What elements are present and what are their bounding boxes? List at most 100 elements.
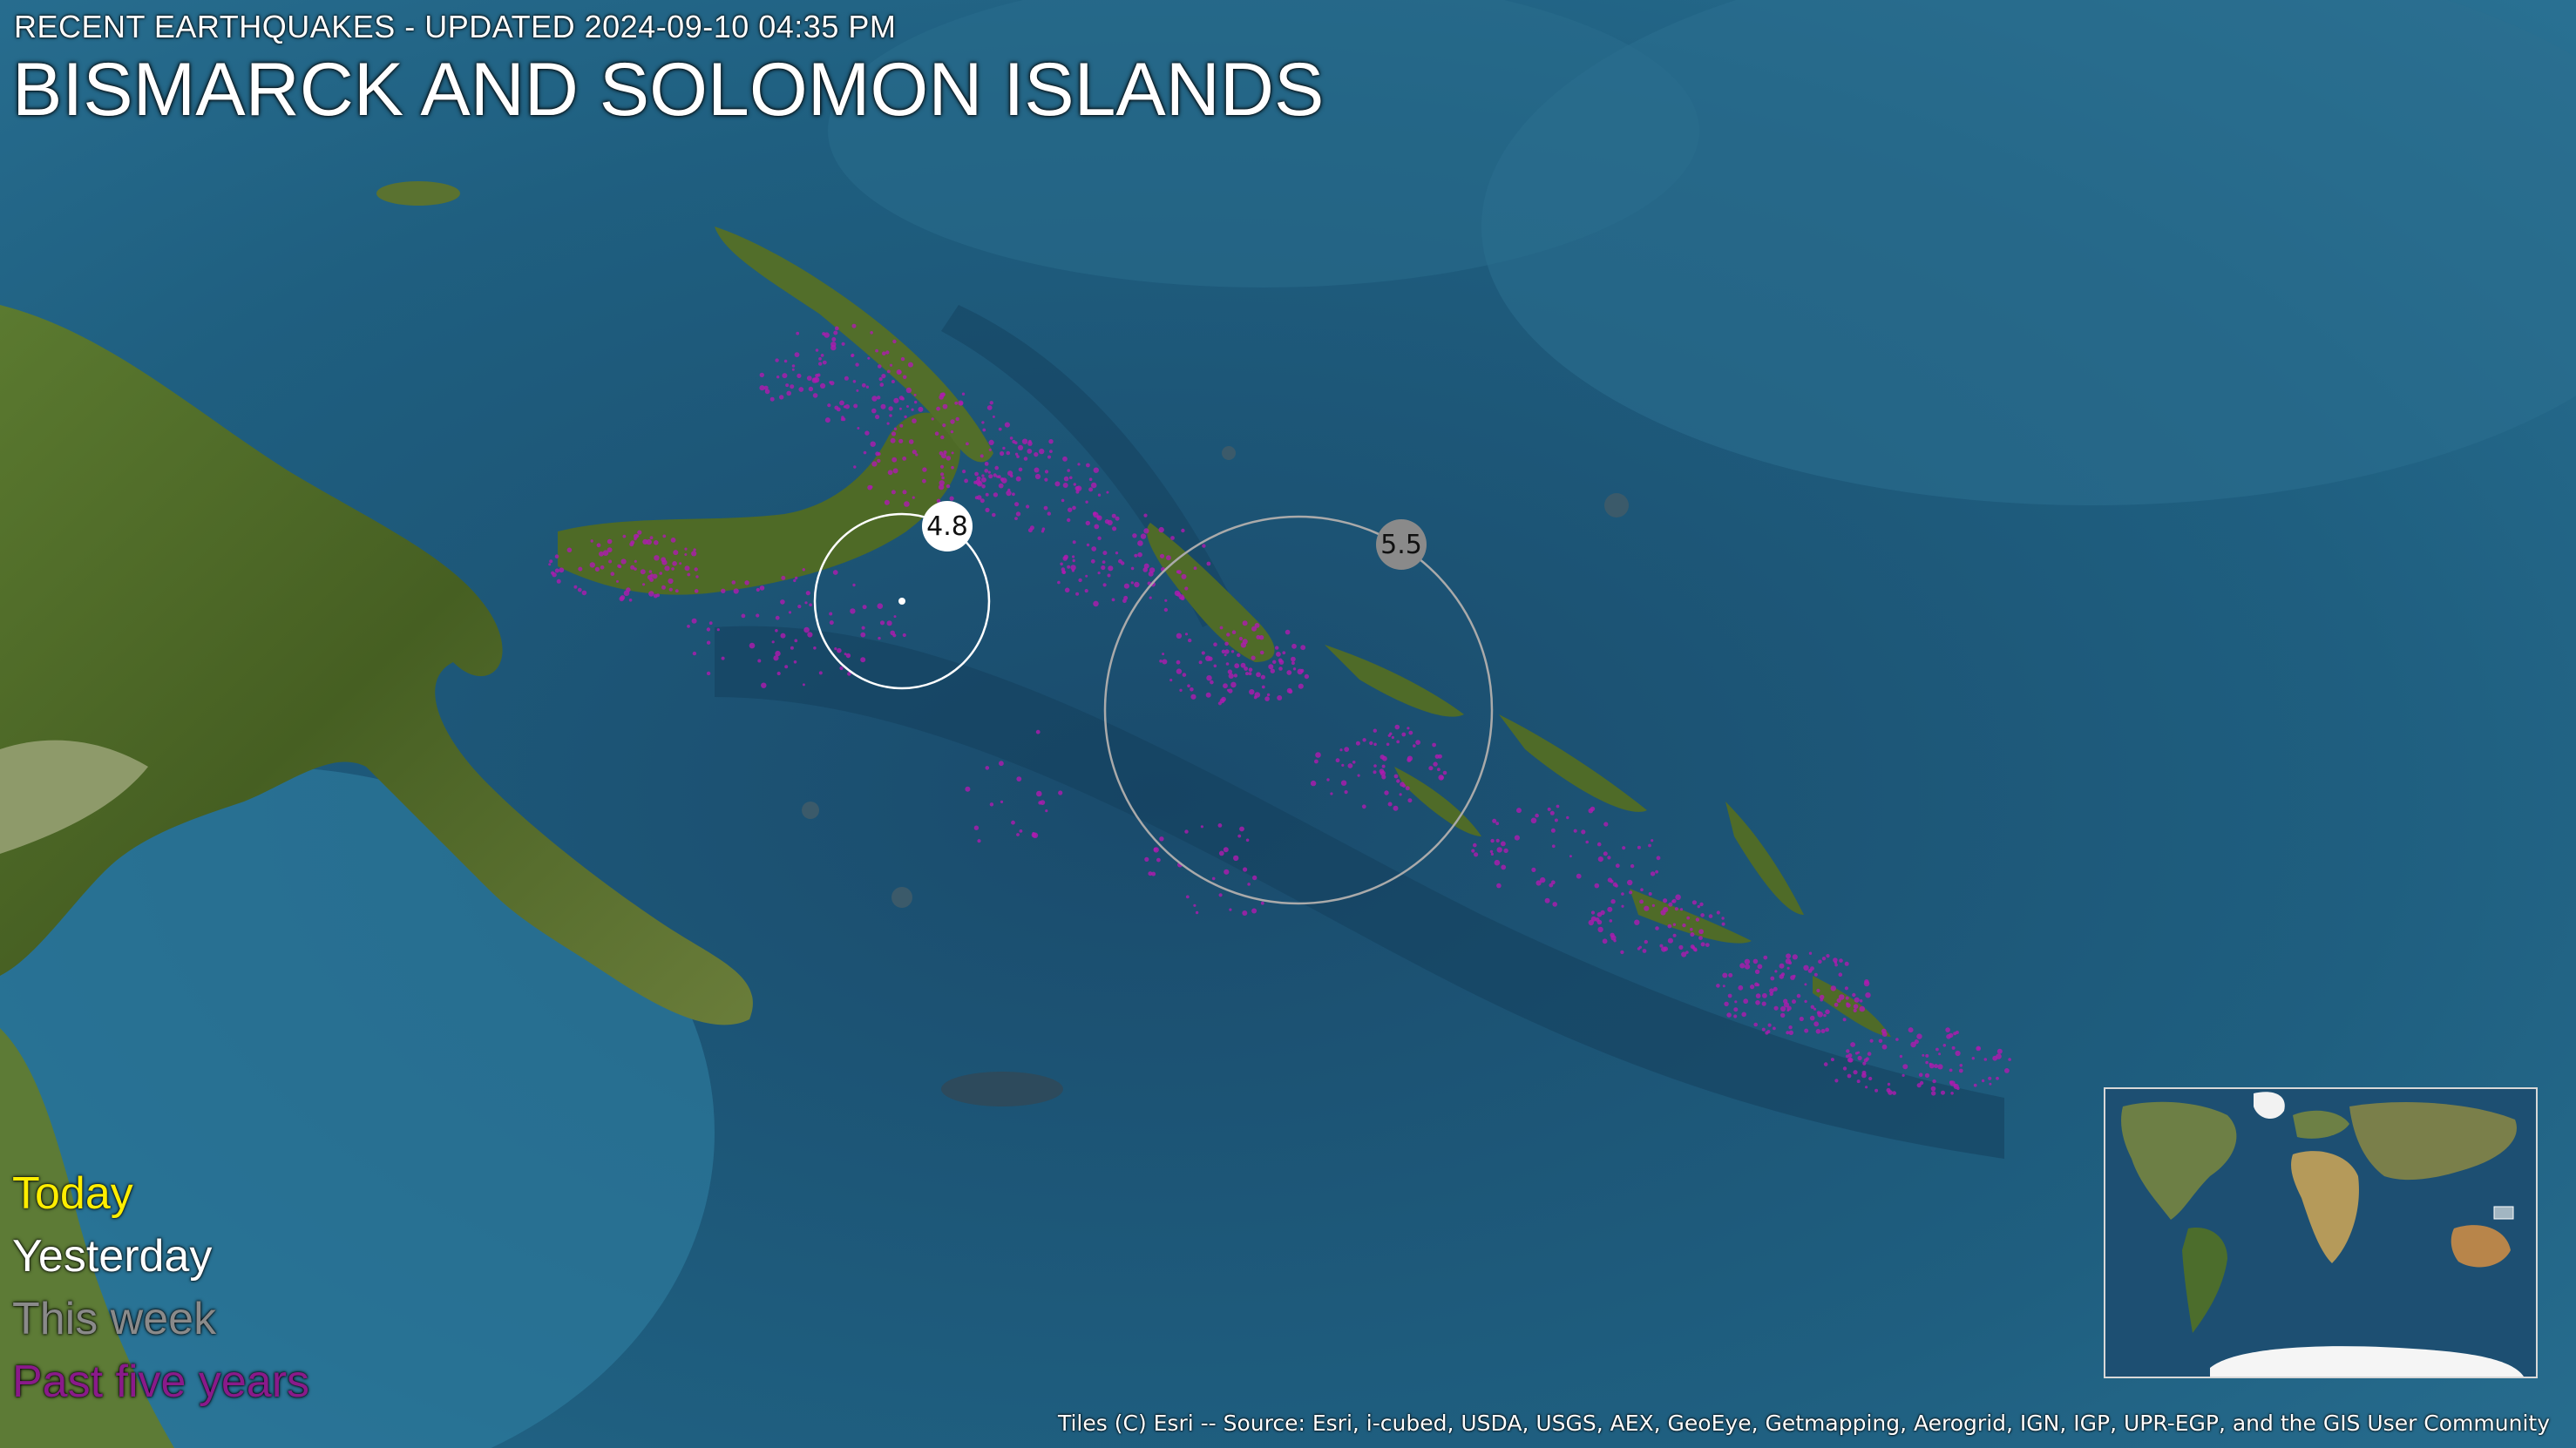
past-quake-dot	[878, 377, 883, 382]
past-quake-dot	[1535, 813, 1539, 818]
past-quake-dot	[1859, 999, 1863, 1003]
past-quake-dot	[1901, 1073, 1905, 1077]
past-quake-dot	[898, 407, 902, 410]
past-quake-dot	[1047, 455, 1051, 459]
past-quake-dot	[1597, 926, 1603, 933]
past-quake-dot	[1202, 544, 1206, 548]
past-quake-dot	[1193, 903, 1196, 907]
past-quake-dot	[1006, 450, 1011, 456]
past-quake-dot	[684, 565, 690, 572]
past-quake-dot	[1820, 1029, 1826, 1033]
past-quake-dot	[922, 467, 927, 472]
past-quake-dot	[1810, 966, 1814, 971]
past-quake-dot	[1788, 1030, 1793, 1036]
past-quake-dot	[1501, 841, 1506, 847]
past-quake-dot	[794, 352, 800, 357]
past-quake-dot	[1950, 1092, 1954, 1095]
past-quake-dot	[1639, 899, 1644, 904]
past-quake-dot	[554, 568, 559, 573]
past-quake-dot	[1698, 929, 1704, 935]
past-quake-dot	[1854, 997, 1860, 1003]
past-quake-dot	[1761, 1001, 1766, 1006]
past-quake-dot	[892, 468, 898, 474]
past-quake-dot	[1765, 1031, 1769, 1035]
past-quake-dot	[1590, 916, 1596, 922]
past-quake-dot	[870, 441, 876, 447]
past-quake-dot	[618, 565, 622, 569]
past-quake-dot	[1590, 910, 1596, 915]
past-quake-dot	[1762, 992, 1767, 998]
past-quake-dot	[1881, 1044, 1888, 1050]
past-quake-dot	[1112, 526, 1117, 531]
past-quake-dot	[653, 593, 658, 599]
past-quake-dot	[788, 611, 792, 614]
past-quake-dot	[899, 423, 904, 428]
past-quake-dot	[1981, 1079, 1985, 1083]
past-quake-dot	[1182, 673, 1187, 677]
past-quake-dot	[931, 417, 934, 421]
past-quake-dot	[962, 470, 966, 474]
past-quake-dot	[1242, 620, 1248, 626]
past-quake-dot	[1708, 914, 1713, 918]
past-quake-dot	[992, 415, 995, 418]
past-quake-dot	[1473, 842, 1477, 848]
past-quake-dot	[851, 353, 855, 357]
past-quake-dot	[1813, 972, 1818, 977]
past-quake-dot	[820, 382, 826, 389]
past-quake-dot	[1516, 808, 1522, 814]
past-quake-dot	[1773, 1005, 1779, 1011]
past-quake-dot	[1941, 1090, 1945, 1095]
past-quake-dot	[1162, 659, 1168, 665]
past-quake-dot	[1744, 958, 1751, 965]
past-quake-dot	[1159, 660, 1163, 663]
past-quake-dot	[642, 583, 646, 586]
past-quake-dot	[775, 629, 778, 633]
past-quake-dot	[1242, 639, 1248, 645]
past-quake-dot	[1198, 660, 1203, 665]
past-quake-dot	[1237, 834, 1242, 838]
past-quake-dot	[1867, 1052, 1872, 1056]
past-quake-dot	[1916, 1033, 1922, 1039]
past-quake-dot	[1496, 883, 1502, 889]
past-quake-dot	[1908, 1027, 1914, 1033]
past-quake-dot	[989, 401, 993, 405]
past-quake-dot	[1237, 653, 1241, 658]
past-quake-dot	[1035, 729, 1041, 734]
past-quake-dot	[988, 448, 992, 451]
past-quake-dot	[905, 387, 912, 394]
past-quake-dot	[1261, 685, 1265, 689]
past-quake-dot	[1164, 599, 1168, 602]
past-quake-dot	[608, 559, 613, 564]
page-subtitle: RECENT EARTHQUAKES - UPDATED 2024-09-10 …	[14, 9, 897, 44]
past-quake-dot	[1015, 511, 1021, 517]
past-quake-dot	[886, 422, 890, 425]
past-quake-dot	[1671, 898, 1677, 903]
past-quake-dot	[1621, 892, 1624, 896]
past-quake-dot	[1143, 528, 1149, 534]
past-quake-dot	[1391, 735, 1394, 740]
past-quake-dot	[1233, 855, 1239, 862]
past-quake-dot	[1603, 822, 1609, 827]
past-quake-dot	[581, 590, 587, 596]
past-quake-dot	[900, 356, 905, 362]
past-quake-dot	[1958, 1068, 1963, 1073]
past-quake-dot	[1282, 651, 1286, 655]
past-quake-dot	[1229, 908, 1232, 911]
overview-minimap[interactable]	[2104, 1087, 2538, 1378]
atoll	[1604, 493, 1629, 518]
past-quake-dot	[1224, 653, 1227, 657]
past-quake-dot	[1264, 696, 1270, 701]
past-quake-dot	[1925, 1060, 1929, 1065]
past-quake-dot	[1937, 1064, 1943, 1070]
past-quake-dot	[954, 401, 959, 405]
past-quake-dot	[889, 363, 893, 367]
past-quake-dot	[1955, 1031, 1959, 1034]
past-quake-dot	[548, 563, 552, 566]
past-quake-dot	[1396, 779, 1400, 783]
past-quake-dot	[961, 392, 966, 396]
past-quake-dot	[1834, 1079, 1839, 1083]
past-quake-dot	[1600, 910, 1605, 916]
past-quake-dot	[780, 599, 785, 605]
past-quake-dot	[1344, 790, 1348, 795]
past-quake-dot	[648, 570, 653, 573]
